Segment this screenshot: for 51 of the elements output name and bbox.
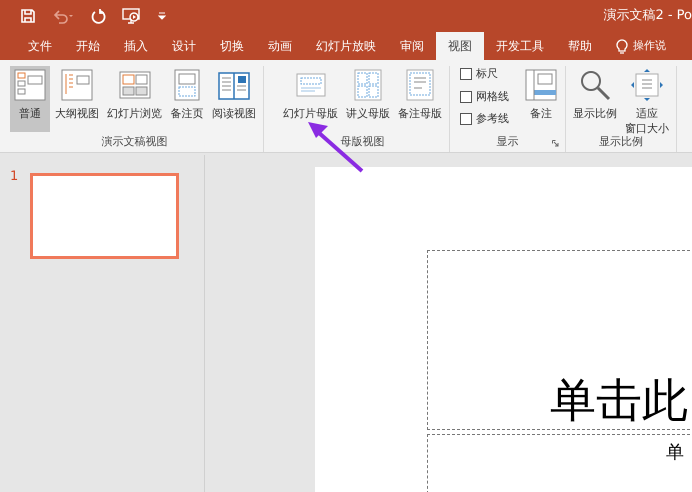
ribbon-tab[interactable]: 文件 [16, 32, 64, 60]
ribbon-tab[interactable]: 插入 [112, 32, 160, 60]
checkbox[interactable] [460, 90, 472, 103]
checkbox-label: 参考线 [476, 111, 509, 127]
customize-caret-icon[interactable] [158, 12, 166, 20]
group-label: 显示 [496, 134, 518, 150]
ribbon-tab[interactable]: 幻灯片放映 [304, 32, 388, 60]
outline-view-icon [60, 68, 94, 102]
ribbon-button[interactable]: 普通 [10, 66, 50, 132]
slide-number: 1 [10, 168, 18, 186]
ribbon-tab[interactable]: 开发工具 [484, 32, 556, 60]
group-label: 母版视图 [340, 134, 384, 150]
subtitle-placeholder[interactable]: 单 [427, 434, 692, 492]
ribbon-tab[interactable]: 帮助 [556, 32, 604, 60]
group-label: 显示比例 [599, 134, 643, 150]
ribbon-tab[interactable]: 设计 [160, 32, 208, 60]
tell-me-field[interactable]: 操作说 [633, 38, 666, 54]
notes-pane-icon [524, 68, 558, 102]
normal-view-icon [13, 68, 47, 102]
ribbon-tab[interactable]: 开始 [64, 32, 112, 60]
ribbon-tab[interactable]: 视图 [436, 32, 484, 60]
fit-window-icon [630, 68, 664, 102]
presentation-icon[interactable] [122, 7, 142, 25]
ribbon-button[interactable]: 讲义母版 [343, 66, 393, 132]
checkbox[interactable] [460, 113, 472, 126]
ribbon-button[interactable]: 幻灯片母版 [280, 66, 341, 132]
subtitle-text: 单 [666, 441, 684, 465]
ribbon-button[interactable]: 显示比例 [570, 66, 620, 132]
dialog-launcher-icon[interactable] [552, 140, 559, 147]
slide-thumbnail[interactable] [30, 173, 180, 259]
redo-icon[interactable] [90, 8, 106, 24]
ribbon-button[interactable]: 适应 窗口大小 [622, 66, 672, 132]
checkbox-label: 标尺 [476, 66, 498, 82]
lightbulb-icon[interactable] [616, 38, 628, 54]
magnifier-icon [578, 68, 612, 102]
checkbox-label: 网格线 [476, 88, 509, 104]
ribbon-button[interactable]: 大纲视图 [52, 66, 102, 132]
title-placeholder[interactable]: 单击此 [427, 250, 692, 430]
ribbon-button[interactable]: 幻灯片浏览 [104, 66, 165, 132]
ribbon-tab[interactable]: 切换 [208, 32, 256, 60]
ribbon-button[interactable]: 备注 [521, 66, 561, 132]
ribbon-tab[interactable]: 审阅 [388, 32, 436, 60]
window-title: 演示文稿2 - Po [603, 7, 692, 26]
ribbon-tab[interactable]: 动画 [256, 32, 304, 60]
save-icon[interactable] [20, 8, 36, 24]
ribbon-button[interactable]: 阅读视图 [209, 66, 259, 132]
ribbon-button[interactable]: 备注页 [167, 66, 207, 132]
group-label: 演示文稿视图 [102, 134, 168, 150]
checkbox[interactable] [460, 68, 472, 80]
ribbon-button[interactable]: 备注母版 [395, 66, 445, 132]
title-text: 单击此 [550, 372, 688, 429]
